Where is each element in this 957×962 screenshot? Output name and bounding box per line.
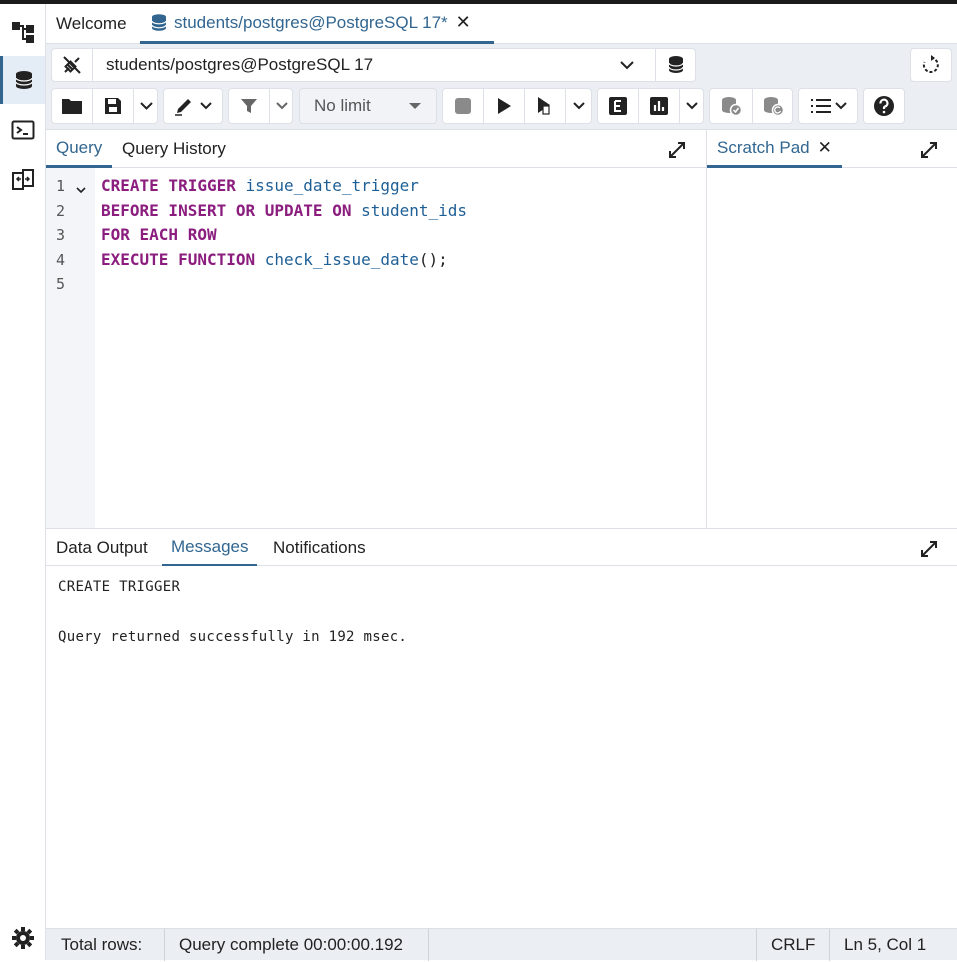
schema-diff-icon[interactable] xyxy=(0,156,45,204)
tab-data-output-label: Data Output xyxy=(56,538,148,557)
tab-welcome[interactable]: Welcome xyxy=(56,4,127,44)
code-token: EXECUTE FUNCTION xyxy=(101,250,265,269)
psql-terminal-icon[interactable] xyxy=(0,106,45,154)
close-tab-icon[interactable]: ✕ xyxy=(456,12,471,33)
tab-data-output[interactable]: Data Output xyxy=(56,529,148,567)
editor-tabs: Query Query History xyxy=(46,130,706,168)
code-token: (); xyxy=(418,250,448,269)
tab-query-history[interactable]: Query History xyxy=(122,130,226,168)
code-line[interactable]: BEFORE INSERT OR UPDATE ON student_ids xyxy=(101,201,467,220)
limit-caret-icon xyxy=(409,103,421,109)
expand-output-icon[interactable] xyxy=(920,540,938,563)
code-token: BEFORE INSERT OR UPDATE ON xyxy=(101,201,362,220)
connection-value: students/postgres@PostgreSQL 17 xyxy=(106,55,374,74)
macros-chevron-down-icon xyxy=(834,102,847,110)
close-scratch-icon[interactable]: ✕ xyxy=(818,138,832,158)
new-connection-db-icon[interactable] xyxy=(656,49,696,81)
macros-dropdown[interactable] xyxy=(798,88,858,124)
tab-scratch-pad[interactable]: Scratch Pad ✕ xyxy=(707,130,842,168)
rollback-icon[interactable] xyxy=(753,89,793,123)
code-line[interactable]: CREATE TRIGGER issue_date_trigger xyxy=(101,176,419,195)
chevron-down-icon[interactable] xyxy=(612,49,642,81)
settings-gear-icon[interactable] xyxy=(0,914,45,962)
help-icon[interactable] xyxy=(863,88,905,124)
code-token: check_issue_date xyxy=(264,250,419,269)
execute-button-group xyxy=(442,88,592,124)
line-number-gutter: 1 2 3 4 5 xyxy=(46,168,95,528)
main-area: Welcome students/postgres@PostgreSQL 17*… xyxy=(46,4,957,961)
tab-messages[interactable]: Messages xyxy=(162,529,258,567)
execute-script-icon[interactable] xyxy=(525,89,565,123)
scratch-pad-editor[interactable] xyxy=(707,168,957,528)
message-line: CREATE TRIGGER xyxy=(58,579,181,595)
execute-play-icon[interactable] xyxy=(484,89,524,123)
database-tab-icon xyxy=(150,13,168,33)
transaction-button-group xyxy=(709,88,793,124)
scratch-pad-label: Scratch Pad xyxy=(717,137,810,157)
explain-chevron-down-icon[interactable] xyxy=(680,89,704,123)
query-tool-db-icon[interactable] xyxy=(0,56,45,104)
open-folder-icon[interactable] xyxy=(52,89,92,123)
explain-analyze-icon[interactable] xyxy=(639,89,679,123)
line-number: 3 xyxy=(56,226,66,244)
tab-messages-label: Messages xyxy=(171,536,249,556)
query-toolbar-area: students/postgres@PostgreSQL 17 No limit xyxy=(46,44,957,130)
code-token: FOR EACH ROW xyxy=(101,225,217,244)
line-number: 4 xyxy=(56,251,66,269)
output-tabs: Data Output Messages Notifications xyxy=(46,528,957,567)
tab-query-tool-label: students/postgres@PostgreSQL 17* xyxy=(174,12,448,32)
file-button-group xyxy=(51,88,158,124)
line-number: 2 xyxy=(56,202,66,220)
connection-selector[interactable]: students/postgres@PostgreSQL 17 xyxy=(51,48,696,82)
execute-chevron-down-icon[interactable] xyxy=(566,89,592,123)
expand-editor-icon[interactable] xyxy=(668,141,686,164)
filter-button-group xyxy=(228,88,293,124)
code-token: student_ids xyxy=(361,201,468,220)
left-sidebar xyxy=(0,4,46,960)
tab-notifications[interactable]: Notifications xyxy=(273,529,366,567)
message-line: Query returned successfully in 192 msec. xyxy=(58,629,408,645)
line-ending-status: CRLF xyxy=(771,935,816,954)
edit-pen-dropdown[interactable] xyxy=(163,88,223,124)
line-number: 5 xyxy=(56,275,66,293)
stop-icon[interactable] xyxy=(443,89,483,123)
sql-editor[interactable]: CREATE TRIGGER issue_date_trigger BEFORE … xyxy=(95,168,706,528)
code-token: issue_date_trigger xyxy=(245,176,419,195)
row-limit-select[interactable]: No limit xyxy=(299,88,437,124)
refresh-icon[interactable] xyxy=(910,48,952,82)
edit-chevron-down-icon xyxy=(200,102,212,110)
messages-panel: CREATE TRIGGER Query returned successful… xyxy=(46,566,957,928)
tab-notifications-label: Notifications xyxy=(273,538,366,557)
total-rows-label: Total rows: xyxy=(61,935,143,954)
filter-chevron-down-icon[interactable] xyxy=(270,89,293,123)
fold-chevron-down-icon[interactable] xyxy=(76,181,86,199)
tab-welcome-label: Welcome xyxy=(56,14,127,33)
disconnect-plug-icon[interactable] xyxy=(52,49,92,81)
explain-icon[interactable] xyxy=(598,89,638,123)
scratch-pad-header: Scratch Pad ✕ xyxy=(707,130,957,168)
tab-bar: Welcome students/postgres@PostgreSQL 17*… xyxy=(46,4,957,44)
code-line[interactable]: FOR EACH ROW xyxy=(101,225,217,244)
tab-query-tool[interactable]: students/postgres@PostgreSQL 17* ✕ xyxy=(140,4,494,44)
expand-scratch-icon[interactable] xyxy=(920,141,938,164)
filter-icon[interactable] xyxy=(229,89,269,123)
status-bar: Total rows: Query complete 00:00:00.192 … xyxy=(46,928,957,961)
tab-query[interactable]: Query xyxy=(46,130,113,168)
row-limit-value: No limit xyxy=(314,96,371,115)
tab-query-label: Query xyxy=(56,137,103,157)
cursor-position-status: Ln 5, Col 1 xyxy=(844,935,927,954)
code-token: CREATE TRIGGER xyxy=(101,176,246,195)
commit-icon[interactable] xyxy=(710,89,752,123)
query-complete-status: Query complete 00:00:00.192 xyxy=(179,935,403,954)
tab-query-history-label: Query History xyxy=(122,139,226,158)
explain-button-group xyxy=(597,88,704,124)
line-number: 1 xyxy=(56,177,66,195)
object-explorer-icon[interactable] xyxy=(0,8,45,56)
save-icon[interactable] xyxy=(93,89,133,123)
save-chevron-down-icon[interactable] xyxy=(134,89,158,123)
code-line[interactable]: EXECUTE FUNCTION check_issue_date(); xyxy=(101,250,448,269)
